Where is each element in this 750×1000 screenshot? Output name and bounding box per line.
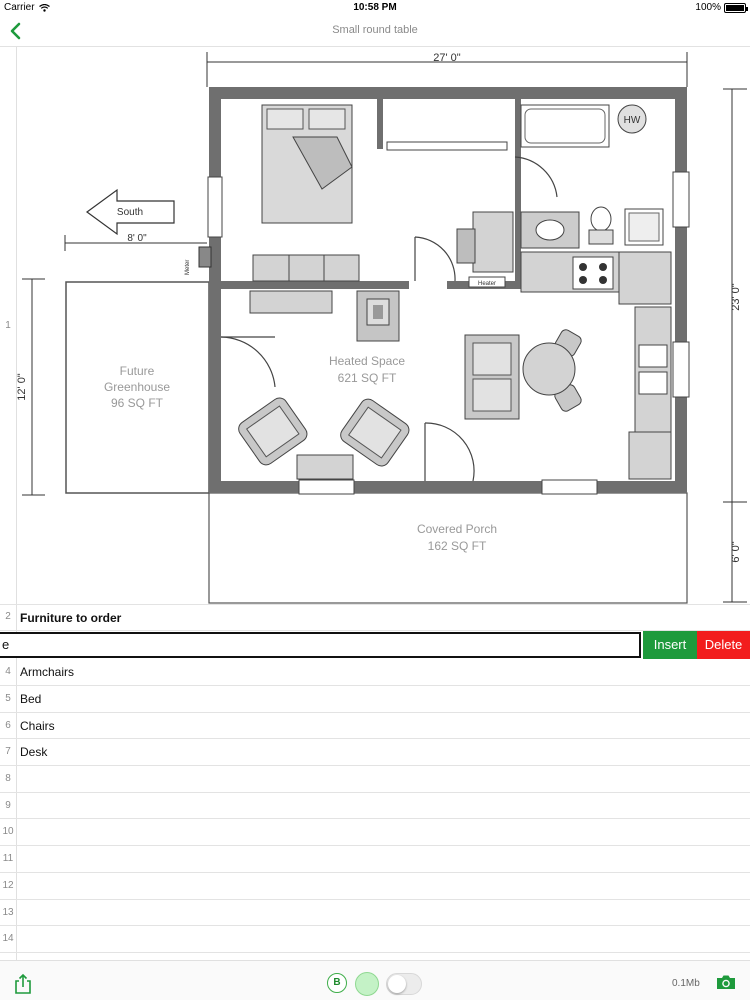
table-row[interactable]: 8 xyxy=(0,766,750,793)
dimension-right: 23' 0" 6' 0" xyxy=(723,88,747,603)
row-number: 11 xyxy=(2,853,14,864)
page-title: Small round table xyxy=(332,24,418,36)
south-arrow: South xyxy=(85,188,175,236)
share-button[interactable] xyxy=(14,973,32,1000)
nav-bar: Small round table xyxy=(0,15,750,47)
file-size-label: 0.1Mb xyxy=(672,978,700,989)
battery-icon xyxy=(724,2,748,13)
row-number: 7 xyxy=(5,746,11,757)
porch-label-2: 162 SQ FT xyxy=(428,539,487,553)
svg-text:621 SQ FT: 621 SQ FT xyxy=(338,371,397,385)
dim-top-label: 27' 0" xyxy=(433,52,461,64)
row-number: 5 xyxy=(5,693,11,704)
cell-text: Armchairs xyxy=(20,665,75,679)
table-row[interactable]: 10 xyxy=(0,819,750,846)
greenhouse-label-1: Future xyxy=(120,364,155,378)
table-row[interactable]: 9 xyxy=(0,793,750,819)
porch-label-1: Covered Porch xyxy=(417,522,497,536)
table-row[interactable]: 12 xyxy=(0,873,750,900)
dim-left-label: 12' 0" xyxy=(17,373,28,401)
dimension-top: 27' 0" xyxy=(206,52,688,87)
desk: Heater xyxy=(456,211,514,288)
camera-button[interactable] xyxy=(716,974,736,995)
round-table xyxy=(522,329,582,412)
toggle-switch[interactable] xyxy=(386,973,422,995)
table-row[interactable]: 11 xyxy=(0,846,750,873)
greenhouse-label-2: Greenhouse xyxy=(104,380,170,394)
bed xyxy=(261,104,353,224)
bold-button[interactable]: B xyxy=(327,973,347,993)
camera-icon xyxy=(717,975,735,989)
dim-right-porch: 6' 0" xyxy=(730,541,742,562)
spreadsheet: 1 27' 0" 23' 0" 6' 0" 12' 0" 8' 0" South… xyxy=(0,47,750,960)
armchairs xyxy=(238,397,410,480)
status-bar: Carrier 10:58 PM 100% xyxy=(0,0,750,15)
row-number: 8 xyxy=(5,773,11,784)
row-number: 14 xyxy=(2,933,14,944)
table-row[interactable]: 6 Chairs xyxy=(0,713,750,739)
greenhouse-label-3: 96 SQ FT xyxy=(111,396,164,410)
table-row[interactable]: 5 Bed xyxy=(0,686,750,713)
heated-space-label: Heated Space 621 SQ FT xyxy=(329,354,405,385)
cell-text: Bed xyxy=(20,692,42,706)
south-label: South xyxy=(117,207,143,218)
clock: 10:58 PM xyxy=(353,2,397,13)
row-number: 1 xyxy=(5,320,11,331)
dim-small-label: 8' 0" xyxy=(127,233,147,244)
table-row[interactable]: 1 27' 0" 23' 0" 6' 0" 12' 0" 8' 0" South… xyxy=(0,47,750,605)
heater-label: Heater xyxy=(478,281,496,287)
table-row[interactable]: 14 xyxy=(0,926,750,953)
row-number: 9 xyxy=(5,800,11,811)
porch-area: Covered Porch 162 SQ FT xyxy=(208,492,688,604)
svg-text:Heated Space: Heated Space xyxy=(329,354,405,368)
floor-plan-image[interactable]: 27' 0" 23' 0" 6' 0" 12' 0" 8' 0" South F… xyxy=(16,47,750,605)
table-row[interactable]: 13 xyxy=(0,900,750,926)
meter: Meter xyxy=(185,246,212,275)
cell-text: Chairs xyxy=(20,719,55,733)
wood-stove xyxy=(356,290,400,342)
row-number: 6 xyxy=(5,720,11,731)
cell-edit-field[interactable]: e xyxy=(0,632,641,658)
delete-button[interactable]: Delete xyxy=(697,631,750,659)
row-number: 4 xyxy=(5,666,11,677)
cell-text: Furniture to order xyxy=(20,611,122,625)
meter-label: Meter xyxy=(185,260,191,275)
cell-text: Desk xyxy=(20,745,48,759)
table-row[interactable]: 4 Armchairs xyxy=(0,659,750,686)
bath-fixtures: HW xyxy=(520,104,664,249)
table-row[interactable]: 7 Desk xyxy=(0,739,750,766)
row-number: 2 xyxy=(5,611,11,622)
table-row[interactable]: 2 Furniture to order xyxy=(0,605,750,631)
share-icon xyxy=(15,973,31,994)
row-number: 12 xyxy=(2,880,14,891)
edit-row: e Insert Delete xyxy=(0,631,750,659)
row-number: 13 xyxy=(2,907,14,918)
dim-right-main: 23' 0" xyxy=(730,283,742,311)
greenhouse-area: Future Greenhouse 96 SQ FT xyxy=(65,281,210,494)
battery-percent: 100% xyxy=(695,2,721,13)
insert-button[interactable]: Insert xyxy=(643,631,697,659)
row-number: 10 xyxy=(2,826,14,837)
hw-label: HW xyxy=(624,115,641,126)
color-button[interactable] xyxy=(355,972,379,996)
bottom-toolbar: B 0.1Mb xyxy=(0,960,750,1000)
sofa xyxy=(464,334,520,420)
